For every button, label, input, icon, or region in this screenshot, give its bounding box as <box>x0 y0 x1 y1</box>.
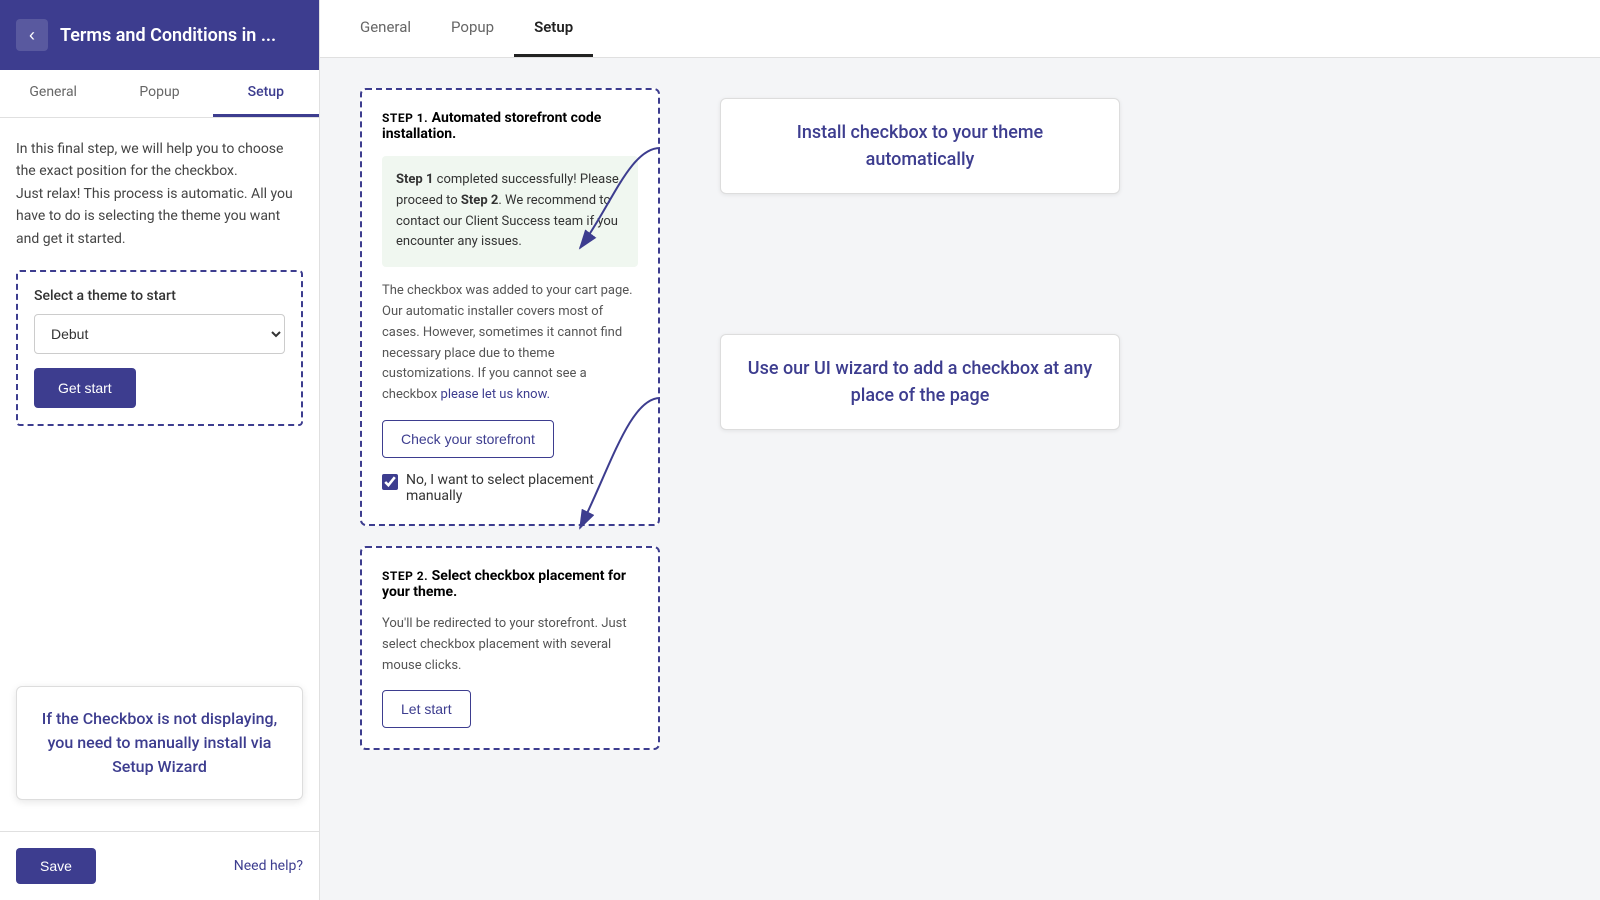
annotation1-box: Install checkbox to your theme automatic… <box>720 98 1120 194</box>
step1-num: STEP 1. <box>382 111 428 125</box>
left-callout-text: If the Checkbox is not displaying, you n… <box>37 707 282 779</box>
please-let-us-know-link[interactable]: please let us know. <box>441 387 550 402</box>
step2-card: STEP 2. Select checkbox placement for yo… <box>360 546 660 750</box>
left-footer: Save Need help? <box>0 831 319 900</box>
theme-select-dropdown[interactable]: Debut Dawn Minimal Brooklyn Narrative <box>34 314 285 354</box>
left-description: In this final step, we will help you to … <box>16 138 303 250</box>
left-panel: ‹ Terms and Conditions in ... General Po… <box>0 0 320 900</box>
left-panel-title: Terms and Conditions in ... <box>60 25 276 46</box>
left-callout-box: If the Checkbox is not displaying, you n… <box>16 686 303 800</box>
back-button[interactable]: ‹ <box>16 19 48 51</box>
step1-body-text: The checkbox was added to your cart page… <box>382 281 638 406</box>
theme-select-label: Select a theme to start <box>34 288 285 304</box>
annotation2-text: Use our UI wizard to add a checkbox at a… <box>745 355 1095 409</box>
manual-placement-row: No, I want to select placement manually <box>382 472 638 504</box>
right-tab-setup[interactable]: Setup <box>514 0 593 57</box>
get-start-button[interactable]: Get start <box>34 368 136 408</box>
step2-title: STEP 2. Select checkbox placement for yo… <box>382 568 638 600</box>
left-tab-setup[interactable]: Setup <box>213 70 319 117</box>
need-help-link[interactable]: Need help? <box>234 858 303 874</box>
step1-success-title: Step 1 <box>396 172 433 187</box>
annotations-area: Install checkbox to your theme automatic… <box>660 88 1560 430</box>
steps-column: STEP 1. Automated storefront code instal… <box>360 88 660 750</box>
main-content-area: STEP 1. Automated storefront code instal… <box>320 58 1600 780</box>
manual-placement-checkbox[interactable] <box>382 474 398 490</box>
annotation1-text: Install checkbox to your theme automatic… <box>745 119 1095 173</box>
right-tab-popup[interactable]: Popup <box>431 0 514 57</box>
step1-title: STEP 1. Automated storefront code instal… <box>382 110 638 142</box>
step2-body-text: You'll be redirected to your storefront.… <box>382 614 638 676</box>
manual-placement-label: No, I want to select placement manually <box>406 472 638 504</box>
step2-num: STEP 2. <box>382 569 428 583</box>
check-storefront-button[interactable]: Check your storefront <box>382 420 554 458</box>
left-header: ‹ Terms and Conditions in ... <box>0 0 319 70</box>
left-tab-general[interactable]: General <box>0 70 106 117</box>
step1-card: STEP 1. Automated storefront code instal… <box>360 88 660 526</box>
theme-select-box: Select a theme to start Debut Dawn Minim… <box>16 270 303 426</box>
right-tabs: General Popup Setup <box>320 0 1600 58</box>
left-tab-popup[interactable]: Popup <box>106 70 212 117</box>
let-start-button[interactable]: Let start <box>382 690 471 728</box>
right-tab-general[interactable]: General <box>340 0 431 57</box>
annotation2-box: Use our UI wizard to add a checkbox at a… <box>720 334 1120 430</box>
left-tabs: General Popup Setup <box>0 70 319 118</box>
save-button[interactable]: Save <box>16 848 96 884</box>
step1-success-box: Step 1 completed successfully! Please, p… <box>382 156 638 267</box>
right-panel: General Popup Setup STEP 1. Automated st… <box>320 0 1600 900</box>
